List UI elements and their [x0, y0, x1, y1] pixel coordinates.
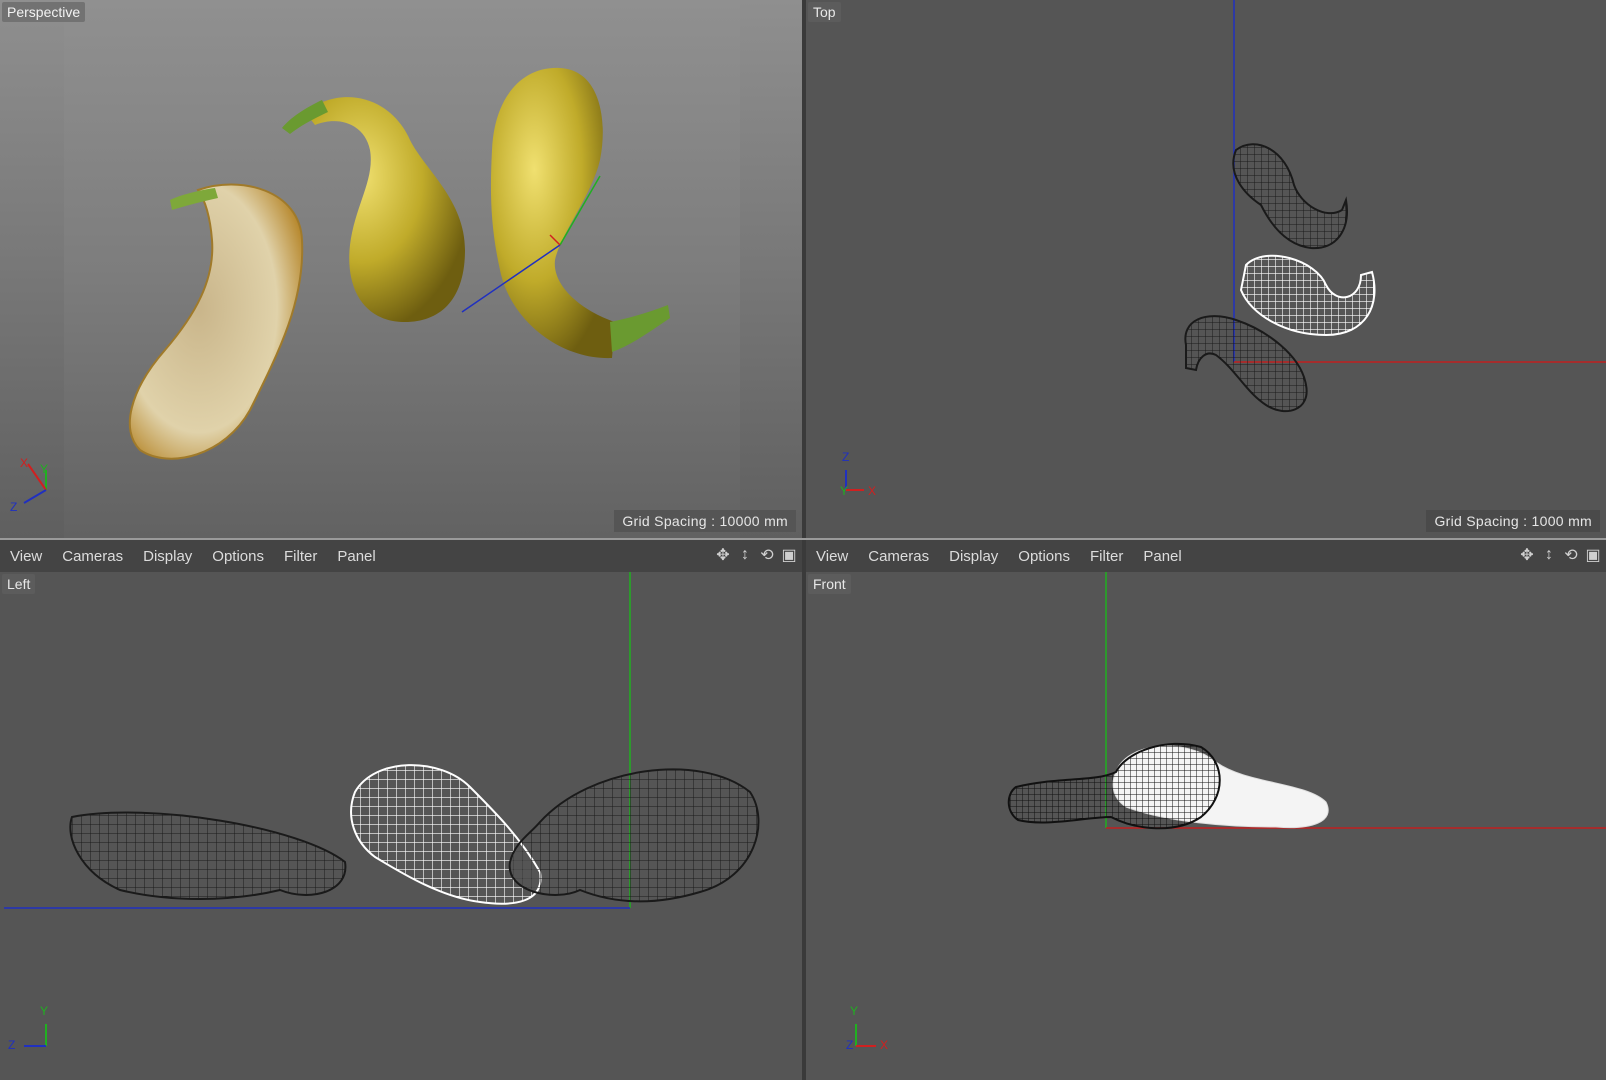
viewport-label: Front	[808, 574, 851, 594]
menu-filter[interactable]: Filter	[1080, 548, 1133, 565]
left-panel-menubar: View Cameras Display Options Filter Pane…	[0, 540, 802, 573]
viewport-tools: ✥ ↕ ⟲ ▣	[714, 546, 798, 564]
axis-y-label: Y	[850, 1004, 859, 1018]
move-icon[interactable]: ✥	[714, 546, 732, 564]
layout-icon[interactable]: ▣	[780, 546, 798, 564]
right-panel-menubar: View Cameras Display Options Filter Pane…	[806, 540, 1606, 573]
axis-z-label: Z	[10, 500, 18, 514]
axis-z-label: Z	[8, 1038, 16, 1052]
axis-x-label: X	[868, 484, 877, 498]
grid-spacing-label: Grid Spacing : 1000 mm	[1426, 510, 1600, 532]
menu-display[interactable]: Display	[939, 548, 1008, 565]
dolly-icon[interactable]: ↕	[736, 546, 754, 564]
axis-y-label: Y	[840, 484, 849, 498]
menu-panel[interactable]: Panel	[327, 548, 385, 565]
left-viewport[interactable]: Left Y Z	[0, 572, 802, 1080]
cut-gourd	[128, 183, 304, 460]
perspective-viewport[interactable]: Perspective X Y Z Grid Spacing : 10000 m…	[0, 0, 802, 538]
grid-spacing-label: Grid Spacing : 10000 mm	[614, 510, 796, 532]
axis-y-label: Y	[40, 462, 49, 476]
front-scene	[855, 572, 1606, 1047]
left-gourd-3	[508, 768, 760, 903]
viewport-label: Top	[808, 2, 841, 22]
rotate-icon[interactable]: ⟲	[1562, 546, 1580, 564]
top-viewport[interactable]: Top Z Y X Grid Spacing : 1000 mm	[806, 0, 1606, 538]
axis-y-label: Y	[40, 1004, 49, 1018]
left-gourd-2	[350, 764, 542, 905]
axis-x-label: X	[20, 456, 29, 470]
right-gourd-stem	[610, 305, 670, 352]
middle-gourd	[305, 97, 465, 322]
viewport-tools: ✥ ↕ ⟲ ▣	[1518, 546, 1602, 564]
menu-options[interactable]: Options	[202, 548, 274, 565]
dolly-icon[interactable]: ↕	[1540, 546, 1558, 564]
top-scene	[845, 0, 1606, 491]
move-icon[interactable]: ✥	[1518, 546, 1536, 564]
top-gourd-1	[1232, 143, 1348, 250]
axis-x-label: X	[880, 1038, 889, 1052]
top-gourd-3	[1184, 315, 1308, 413]
left-gourd-1	[69, 811, 347, 900]
axis-z-label: Z	[842, 450, 850, 464]
menu-display[interactable]: Display	[133, 548, 202, 565]
axis-z-label: Z	[846, 1038, 854, 1052]
menu-view[interactable]: View	[0, 548, 52, 565]
menu-view[interactable]: View	[806, 548, 858, 565]
menu-options[interactable]: Options	[1008, 548, 1080, 565]
viewport-label: Perspective	[2, 2, 86, 22]
viewport-label: Left	[2, 574, 36, 594]
front-viewport[interactable]: Front Y X Z	[806, 572, 1606, 1080]
right-gourd	[490, 67, 615, 359]
perspective-scene	[23, 67, 670, 504]
menu-cameras[interactable]: Cameras	[52, 548, 133, 565]
front-gourd-dark	[1007, 742, 1221, 830]
menu-panel[interactable]: Panel	[1133, 548, 1191, 565]
layout-icon[interactable]: ▣	[1584, 546, 1602, 564]
menu-cameras[interactable]: Cameras	[858, 548, 939, 565]
rotate-icon[interactable]: ⟲	[758, 546, 776, 564]
top-gourd-2	[1239, 254, 1376, 337]
menu-filter[interactable]: Filter	[274, 548, 327, 565]
left-scene	[4, 572, 760, 1047]
